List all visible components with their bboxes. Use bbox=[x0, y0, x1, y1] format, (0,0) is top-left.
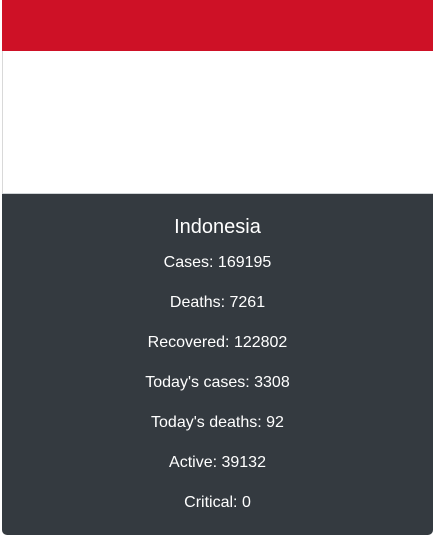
critical-stat: Critical: 0 bbox=[184, 494, 251, 511]
card-body: Indonesia Cases: 169195 Deaths: 7261 Rec… bbox=[2, 194, 433, 535]
todays-deaths-stat: Today's deaths: 92 bbox=[151, 414, 284, 431]
deaths-stat: Deaths: 7261 bbox=[169, 294, 266, 311]
country-card: Indonesia Cases: 169195 Deaths: 7261 Rec… bbox=[2, 0, 433, 535]
cases-stat: Cases: 169195 bbox=[163, 254, 272, 271]
flag-image bbox=[2, 0, 433, 194]
flag-white-band bbox=[2, 51, 433, 193]
todays-cases-stat: Today's cases: 3308 bbox=[145, 374, 290, 391]
flag-red-band bbox=[2, 0, 433, 51]
active-stat: Active: 39132 bbox=[169, 454, 266, 471]
country-name: Indonesia bbox=[174, 216, 261, 238]
recovered-stat: Recovered: 122802 bbox=[147, 334, 288, 351]
